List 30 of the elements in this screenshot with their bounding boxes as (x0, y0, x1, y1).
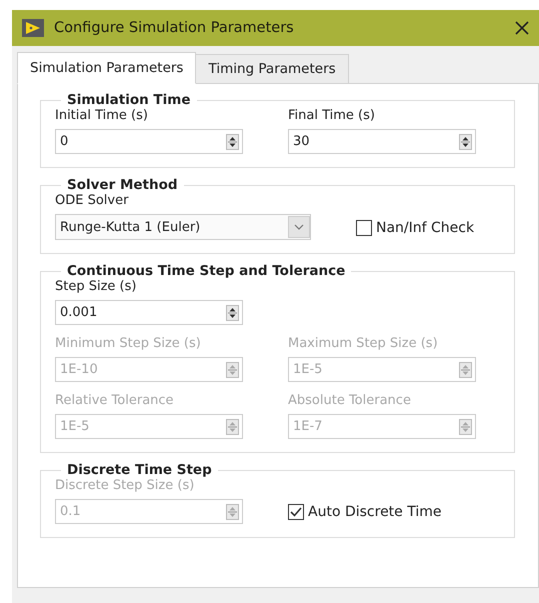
tab[interactable]: Timing Parameters (195, 54, 349, 84)
field-label: Minimum Step Size (s) (55, 336, 202, 351)
group-title: Solver Method (66, 177, 179, 193)
field-label: Final Time (s) (288, 108, 376, 123)
numeric-field[interactable]: 0.001 (55, 300, 243, 325)
group-title: Discrete Time Step (66, 462, 213, 478)
field-label: Absolute Tolerance (288, 393, 412, 408)
group-title: Simulation Time (66, 92, 192, 108)
numeric-field[interactable]: 30 (288, 129, 476, 154)
checkbox[interactable] (288, 504, 304, 520)
spinner-icon[interactable] (226, 304, 239, 320)
checkbox-label[interactable]: Auto Discrete Time (308, 504, 442, 520)
close-button[interactable] (513, 19, 531, 37)
checkbox-label[interactable]: Nan/Inf Check (376, 220, 474, 236)
field-label: Maximum Step Size (s) (288, 336, 439, 351)
window-title: Configure Simulation Parameters (54, 20, 295, 36)
spinner-icon[interactable] (226, 134, 239, 150)
field-label: ODE Solver (55, 193, 130, 208)
field-label: Discrete Step Size (s) (55, 478, 196, 493)
field-label: Relative Tolerance (55, 393, 175, 408)
checkbox[interactable] (356, 220, 372, 236)
numeric-field[interactable]: 0 (55, 129, 243, 154)
tab[interactable]: Simulation Parameters (17, 52, 196, 84)
field-label: Step Size (s) (55, 279, 138, 294)
group-title: Continuous Time Step and Tolerance (66, 263, 346, 279)
field-label: Initial Time (s) (55, 108, 149, 123)
app-icon (22, 19, 44, 37)
dropdown[interactable]: Runge-Kutta 1 (Euler) (55, 214, 311, 240)
spinner-icon[interactable] (459, 134, 472, 150)
close-icon (515, 21, 529, 35)
